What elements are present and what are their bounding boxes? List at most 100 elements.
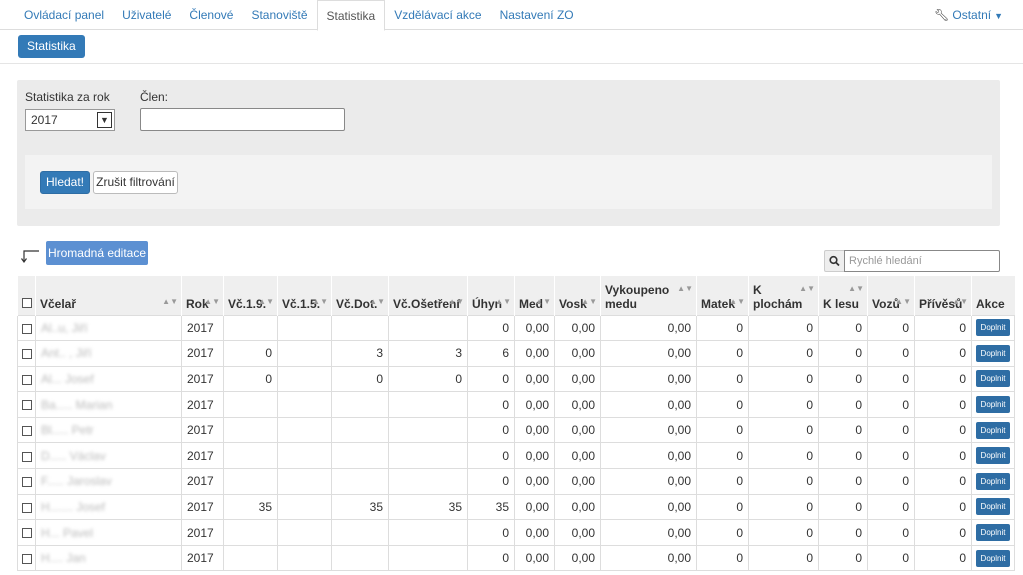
sort-icon: ▲▼ (952, 296, 968, 306)
cell-privesu: 0 (914, 365, 972, 393)
col-rok[interactable]: Rok ▲▼ (181, 276, 224, 315)
year-select[interactable]: 2017 ▼ (25, 109, 115, 131)
tab-statistika[interactable]: Statistika (316, 0, 386, 31)
cell-uhyn: 0 (467, 416, 515, 444)
cell-rok: 2017 (181, 519, 224, 546)
table-row: Bl..... Petr 2017 0 0,00 0,00 0,00 0 0 0 0 0 Doplni… (17, 416, 1015, 444)
row-checkbox[interactable] (21, 349, 32, 360)
tab-ovladaci-panel[interactable]: Ovládací panel (15, 0, 113, 30)
cell-vcdot (331, 544, 389, 572)
doplnit-button[interactable]: Doplnit (975, 396, 1011, 414)
col-vozu[interactable]: Vozů ▲▼ (867, 276, 915, 315)
row-checkbox-cell (17, 365, 36, 393)
col-k-plocham[interactable]: K plochám ▲▼ (748, 276, 819, 315)
cell-akce: Doplnit (971, 391, 1015, 418)
cell-k-lesu: 0 (818, 442, 868, 470)
row-checkbox[interactable] (21, 451, 32, 462)
tab-clenove[interactable]: Členové (180, 0, 242, 30)
sort-icon: ▲▼ (495, 296, 511, 306)
divider (0, 63, 1023, 64)
cell-k-lesu: 0 (818, 468, 868, 495)
col-privesu[interactable]: Přívěsů ▲▼ (914, 276, 972, 315)
sort-icon: ▲▼ (258, 296, 274, 306)
cell-vc15 (277, 493, 332, 521)
cell-k-plocham: 0 (748, 519, 819, 546)
cell-vc19: 0 (223, 365, 278, 393)
doplnit-button[interactable]: Doplnit (975, 524, 1011, 542)
doplnit-button[interactable]: Doplnit (975, 498, 1011, 516)
cell-vozu: 0 (867, 468, 915, 495)
row-checkbox[interactable] (21, 553, 32, 564)
doplnit-button[interactable]: Doplnit (975, 549, 1011, 567)
cell-vcdot (331, 468, 389, 495)
cell-matek: 0 (696, 340, 749, 367)
col-uhyn[interactable]: Úhyn ▲▼ (467, 276, 515, 315)
cell-uhyn: 0 (467, 365, 515, 393)
cell-k-plocham: 0 (748, 314, 819, 342)
col-vcdot[interactable]: Vč.Dot. ▲▼ (331, 276, 389, 315)
cell-vykoupeno: 0,00 (600, 544, 697, 572)
cell-rok: 2017 (181, 493, 224, 521)
doplnit-button[interactable]: Doplnit (975, 447, 1011, 465)
row-checkbox[interactable] (21, 477, 32, 488)
cell-privesu: 0 (914, 416, 972, 444)
col-vosk[interactable]: Vosk ▲▼ (554, 276, 601, 315)
cell-rok: 2017 (181, 314, 224, 342)
bulk-edit-button[interactable]: Hromadná editace (46, 241, 148, 265)
row-checkbox[interactable] (21, 528, 32, 539)
row-checkbox[interactable] (21, 502, 32, 513)
cell-vcosetreni (388, 391, 468, 418)
cell-vc15 (277, 340, 332, 367)
cell-matek: 0 (696, 544, 749, 572)
col-vc19[interactable]: Vč.1.9. ▲▼ (223, 276, 278, 315)
cell-med: 0,00 (514, 391, 555, 418)
doplnit-button[interactable]: Doplnit (975, 472, 1011, 490)
cell-vc19 (223, 544, 278, 572)
cell-k-plocham: 0 (748, 391, 819, 418)
cell-vcdot (331, 519, 389, 546)
cell-vykoupeno: 0,00 (600, 519, 697, 546)
year-select-value: 2017 (31, 113, 58, 127)
row-checkbox-cell (17, 314, 36, 342)
row-checkbox[interactable] (21, 374, 32, 385)
select-all-checkbox[interactable] (21, 298, 32, 309)
quick-search-input[interactable]: Rychlé hledání (844, 250, 1000, 272)
cell-k-plocham: 0 (748, 493, 819, 521)
col-k-lesu[interactable]: K lesu ▲▼ (818, 276, 868, 315)
doplnit-button[interactable]: Doplnit (975, 421, 1011, 439)
cell-vcelar: Ba..... Marian (35, 391, 182, 418)
beekeeper-name: Ant.. , Jiří (41, 346, 92, 361)
member-input[interactable] (140, 108, 345, 131)
clear-filter-button[interactable]: Zrušit filtrování (93, 171, 178, 194)
cell-rok: 2017 (181, 442, 224, 470)
doplnit-button[interactable]: Doplnit (975, 344, 1011, 362)
subnav-statistika[interactable]: Statistika (18, 35, 85, 58)
tab-stanoviste[interactable]: Stanoviště (242, 0, 316, 30)
col-vcosetreni[interactable]: Vč.Ošetření ▲▼ (388, 276, 468, 315)
col-vcelar[interactable]: Včelař ▲▼ (35, 276, 182, 315)
col-med[interactable]: Med ▲▼ (514, 276, 555, 315)
cell-vcelar: H... Pavel (35, 519, 182, 546)
cell-vcosetreni (388, 442, 468, 470)
cell-vcelar: H.... Jan (35, 544, 182, 572)
tab-vzdelavaci-akce[interactable]: Vzdělávací akce (385, 0, 490, 30)
search-button[interactable]: Hledat! (40, 171, 90, 194)
row-checkbox[interactable] (21, 323, 32, 334)
tab-nastaveni-zo[interactable]: Nastavení ZO (491, 0, 583, 30)
sort-icon: ▲▼ (895, 296, 911, 306)
doplnit-button[interactable]: Doplnit (975, 319, 1011, 337)
col-vykoupeno-medu[interactable]: Vykoupeno medu ▲▼ (600, 276, 697, 315)
table-body: Al..u, Jiří 2017 0 0,00 0,00 0,00 0 0 0 0 0 Doplnit… (17, 314, 1015, 572)
table-row: H....... Josef 2017 35 35 35 35 0,00 0,00 0,00 0 0… (17, 493, 1015, 521)
col-matek[interactable]: Matek ▲▼ (696, 276, 749, 315)
doplnit-button[interactable]: Doplnit (975, 370, 1011, 388)
cell-vozu: 0 (867, 442, 915, 470)
row-checkbox[interactable] (21, 426, 32, 436)
select-all-checkbox-cell (17, 276, 36, 315)
tab-uzivatele[interactable]: Uživatelé (113, 0, 180, 30)
table-row: Al..u, Jiří 2017 0 0,00 0,00 0,00 0 0 0 0 0 Doplnit (17, 314, 1015, 342)
cell-med: 0,00 (514, 468, 555, 495)
row-checkbox[interactable] (21, 400, 32, 411)
col-vc15[interactable]: Vč.1.5. ▲▼ (277, 276, 332, 315)
ostatni-dropdown[interactable]: 🔧︎ Ostatní ▼ (934, 0, 1003, 30)
